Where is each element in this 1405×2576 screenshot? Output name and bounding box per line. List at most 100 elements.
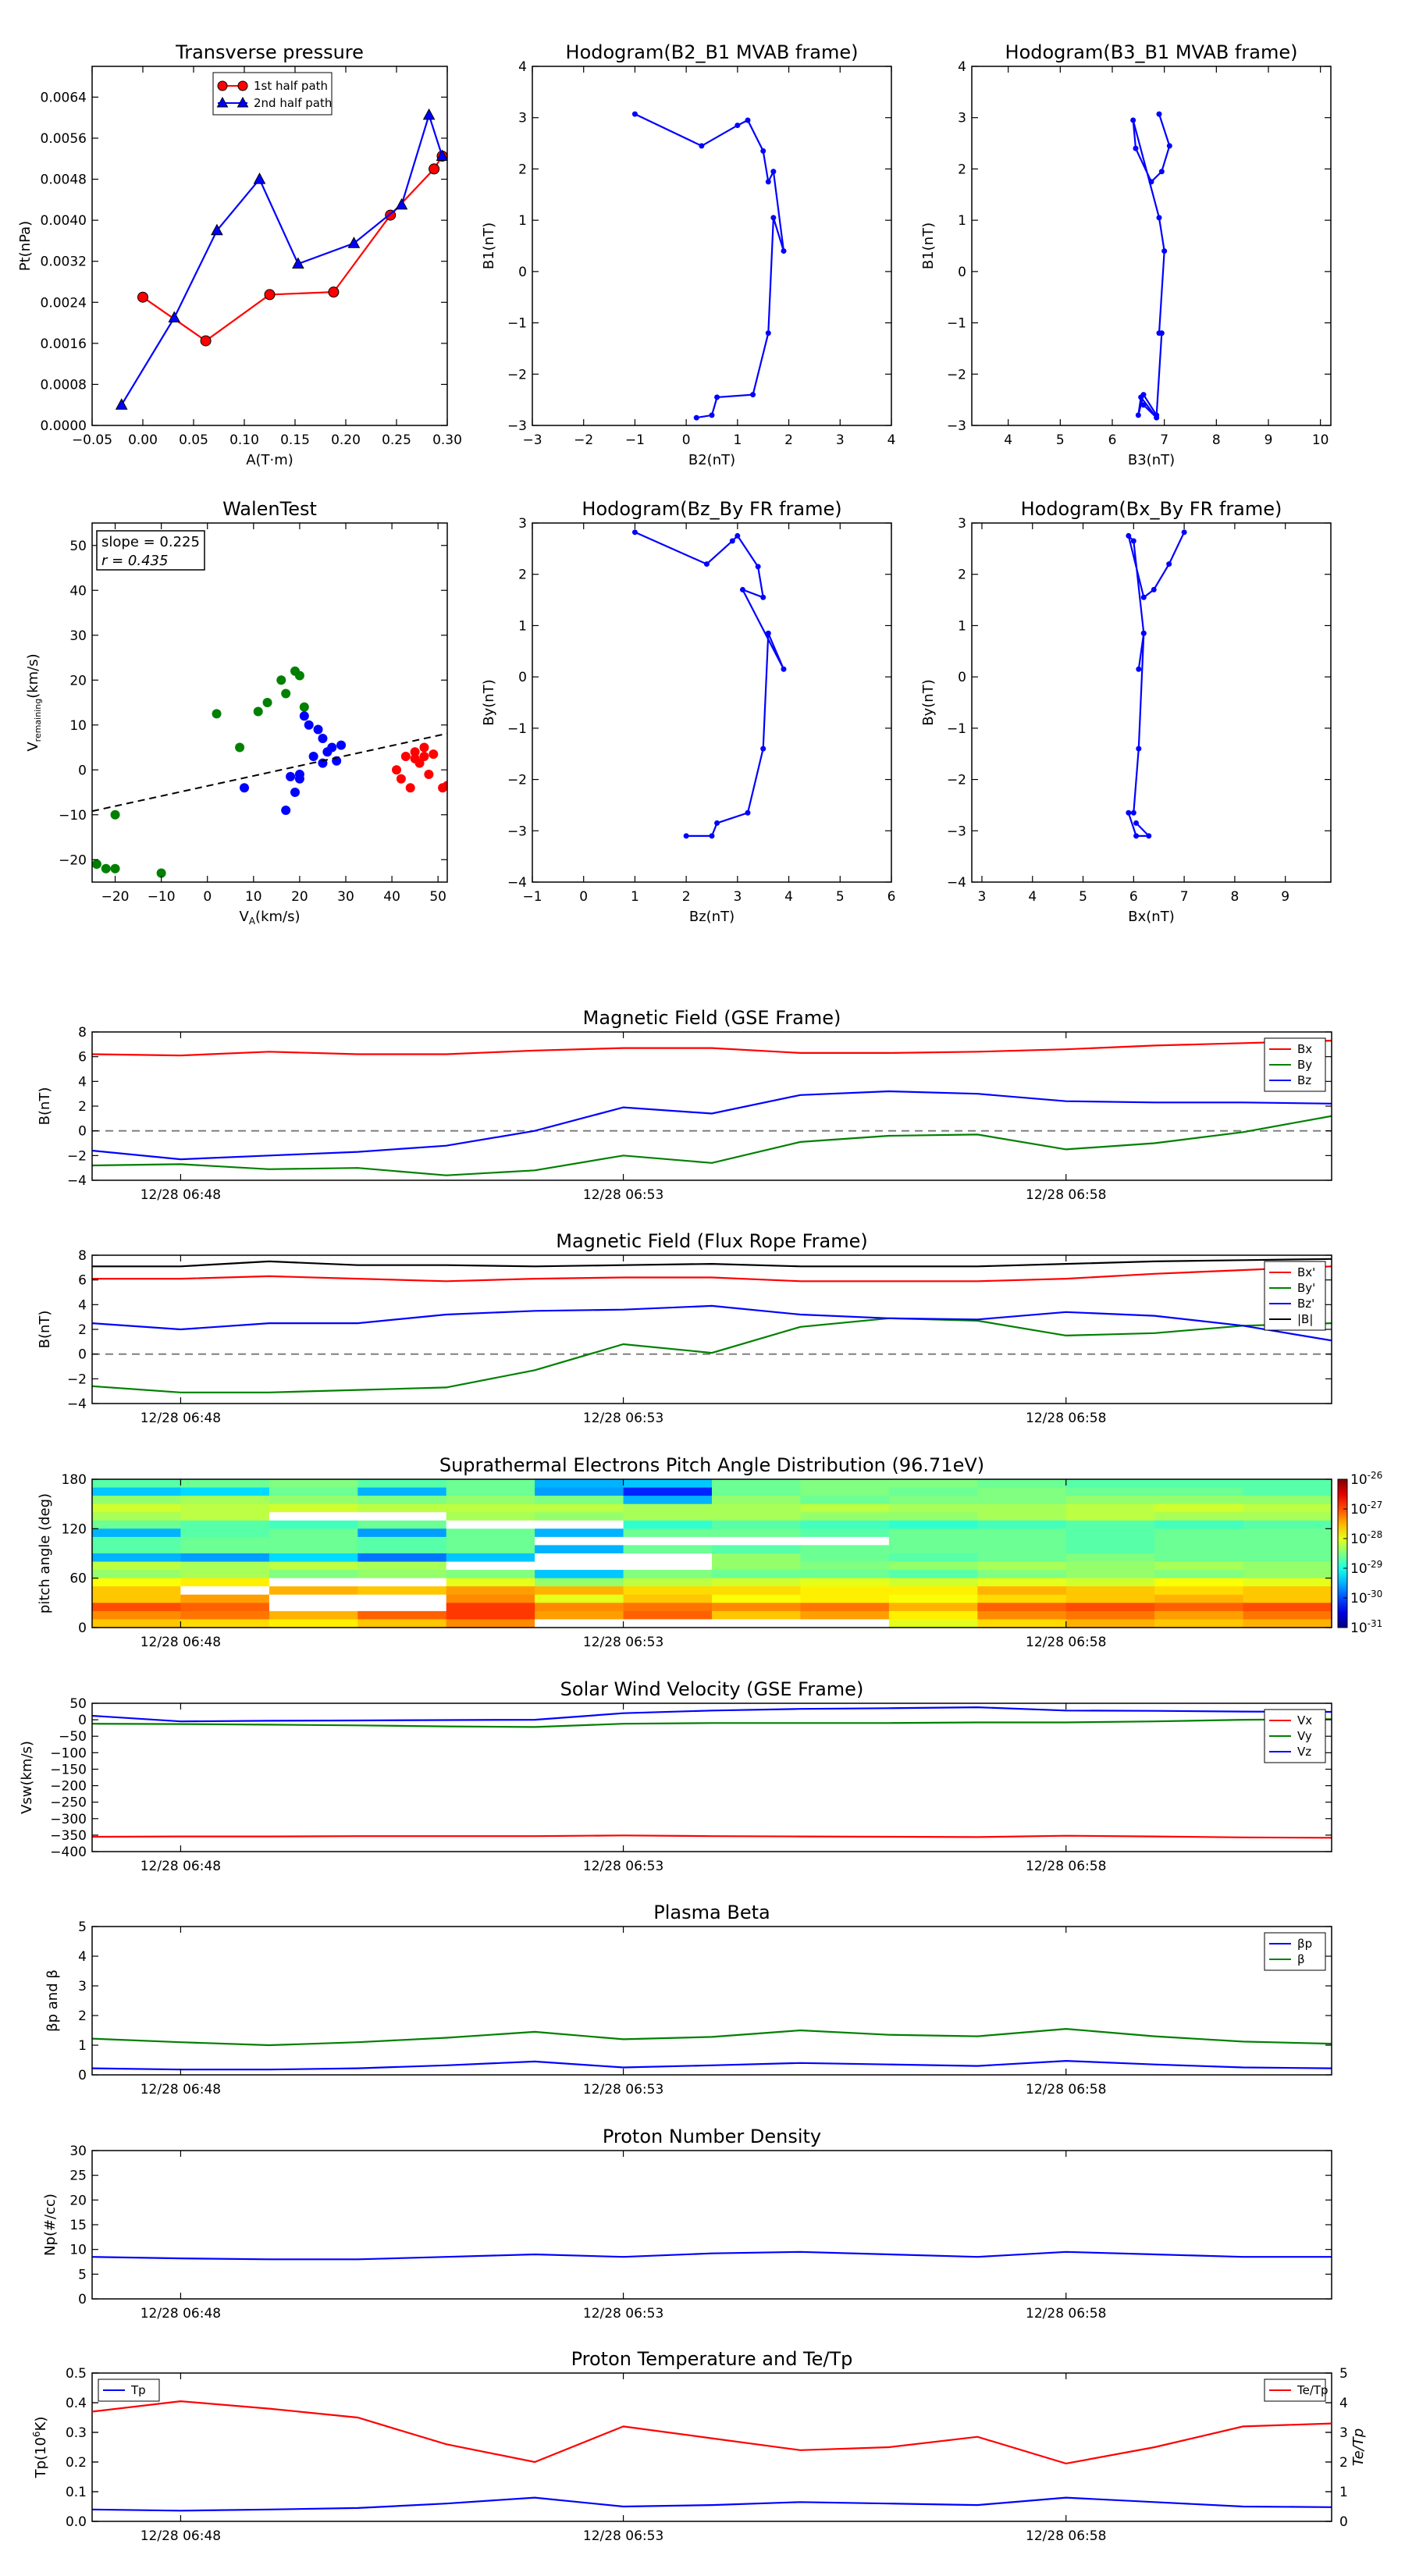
heatmap-cell <box>180 1512 270 1521</box>
y-tick-label: −4 <box>507 875 527 891</box>
panel-title: Transverse pressure <box>175 41 364 63</box>
heatmap-cell <box>888 1545 978 1554</box>
data-point <box>1140 630 1147 636</box>
y-tick-label: −1 <box>507 721 527 737</box>
x-tick-label: 3 <box>733 889 742 905</box>
colorbar-tick-label: 10-30 <box>1350 1589 1382 1606</box>
y-tick-label: 0.0064 <box>41 90 87 105</box>
y-tick-label: 20 <box>69 673 87 688</box>
colorbar-tick-label: 10-26 <box>1350 1470 1382 1488</box>
heatmap-cell <box>446 1619 535 1628</box>
heatmap-cell <box>800 1545 890 1554</box>
data-point <box>240 783 249 793</box>
data-point <box>1136 666 1142 672</box>
data-point <box>400 752 411 761</box>
y-tick-label: −3 <box>507 824 527 839</box>
data-point <box>235 742 245 753</box>
heatmap-cell <box>623 1561 713 1571</box>
heatmap-cell <box>1154 1536 1244 1546</box>
heatmap-cell <box>888 1570 978 1579</box>
heatmap-cell <box>712 1487 801 1496</box>
heatmap-cell <box>888 1536 978 1546</box>
y-tick-label: 5 <box>78 2267 87 2282</box>
legend-label: Vz <box>1297 1745 1311 1759</box>
heatmap-cell <box>446 1503 535 1513</box>
heatmap-cell <box>888 1610 978 1621</box>
heatmap-cell <box>180 1503 270 1513</box>
data-point <box>1148 179 1154 185</box>
legend-marker <box>217 80 228 91</box>
y-tick-label: 25 <box>69 2169 87 2184</box>
data-point <box>714 394 720 400</box>
heatmap-cell <box>357 1603 447 1612</box>
x-axis-label: Bx(nT) <box>1128 909 1174 925</box>
heatmap-cell <box>800 1610 890 1621</box>
x-tick-label: 12/28 06:48 <box>140 1859 221 1874</box>
y-tick-label: 0 <box>958 265 966 280</box>
x-tick-label: 9 <box>1281 889 1289 905</box>
y-tick-label: 0 <box>78 763 87 778</box>
heatmap-cell <box>269 1536 358 1546</box>
panel-h1: Hodogram(B2_B1 MVAB frame) −3 −2 −1 0 1 2 3 4 −3 −… <box>481 41 895 468</box>
data-point <box>405 783 415 793</box>
data-point <box>299 711 309 721</box>
x-tick-label: 2 <box>682 889 691 905</box>
legend: Vx Vy Vz <box>1264 1709 1326 1763</box>
heatmap-cell <box>712 1586 801 1596</box>
legend-label: By' <box>1297 1281 1315 1295</box>
heatmap-cell <box>92 1528 181 1538</box>
data-point <box>755 564 761 570</box>
x-tick-label: 12/28 06:53 <box>583 2528 663 2544</box>
heatmap-cell <box>977 1496 1067 1505</box>
heatmap-cell <box>92 1496 181 1505</box>
heatmap-cell <box>446 1578 535 1587</box>
y-tick-label: −20 <box>59 852 87 868</box>
heatmap-cell <box>535 1528 624 1538</box>
heatmap-cell <box>446 1487 535 1496</box>
heatmap-cell <box>712 1594 801 1603</box>
panel-title: Hodogram(B2_B1 MVAB frame) <box>566 41 859 63</box>
x-tick-label: 8 <box>1212 432 1221 448</box>
y-tick-label: 60 <box>69 1571 87 1587</box>
heatmap-cell <box>977 1561 1067 1571</box>
heatmap-cell <box>535 1536 624 1546</box>
heatmap-cell <box>800 1578 890 1587</box>
x-tick-label: 12/28 06:48 <box>140 1187 221 1203</box>
data-point <box>392 765 401 775</box>
heatmap-cell <box>888 1487 978 1496</box>
heatmap-cell <box>1065 1561 1155 1571</box>
heatmap-cell <box>888 1619 978 1628</box>
y-tick-label: −2 <box>507 773 527 788</box>
heatmap-cell <box>1243 1536 1332 1546</box>
y-axis-label: B1(nT) <box>481 222 497 269</box>
x-tick-label: 7 <box>1160 432 1168 448</box>
heatmap-cell <box>535 1561 624 1571</box>
y-tick-label: 0 <box>78 1347 87 1363</box>
heatmap-cell <box>712 1561 801 1571</box>
data-point <box>1138 394 1144 400</box>
heatmap-cell <box>712 1496 801 1505</box>
data-point <box>781 666 787 672</box>
data-point <box>770 169 777 175</box>
panel-tp: Transverse pressure 0.0000 0.0008 0.0016 0.0… <box>17 41 462 468</box>
heatmap-cell <box>357 1487 447 1496</box>
y-tick-label: −2 <box>507 367 527 382</box>
x-tick-label: 0 <box>203 889 212 905</box>
x-tick-label: 0 <box>682 432 691 448</box>
y-tick-label: −2 <box>947 367 966 382</box>
y-tick-label: 20 <box>69 2193 87 2208</box>
heatmap-cell <box>1065 1487 1155 1496</box>
y-tick-label: 0 <box>78 2292 87 2307</box>
heatmap-cell <box>1154 1619 1244 1628</box>
data-point <box>110 863 120 873</box>
data-point <box>424 770 434 779</box>
legend-marker <box>237 80 248 91</box>
x-tick-label: −10 <box>148 889 176 905</box>
heatmap-cell <box>1065 1545 1155 1554</box>
y-tick-label: −50 <box>59 1729 87 1745</box>
data-point <box>110 809 120 820</box>
plot-area <box>972 66 1331 425</box>
heatmap-cell <box>977 1610 1067 1621</box>
data-point <box>745 117 751 123</box>
heatmap-cell <box>800 1503 890 1513</box>
